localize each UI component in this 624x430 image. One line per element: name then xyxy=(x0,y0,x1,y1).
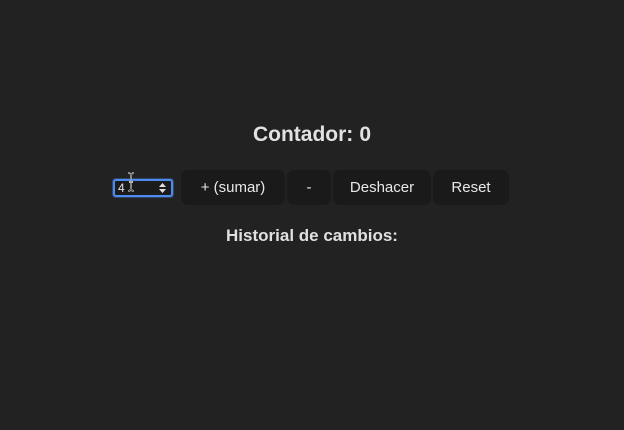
counter-value: 0 xyxy=(359,123,371,146)
step-input[interactable]: 4 xyxy=(113,171,173,197)
controls-row: 4 + (sumar) - Deshacer Reset xyxy=(113,170,509,205)
counter-label: Contador: xyxy=(252,123,354,146)
spinner-arrows-icon[interactable] xyxy=(159,182,166,193)
undo-button[interactable]: Deshacer xyxy=(333,170,431,205)
subtract-button[interactable]: - xyxy=(287,170,331,205)
add-button[interactable]: + (sumar) xyxy=(181,170,285,205)
step-input-value: 4 xyxy=(118,180,125,195)
text-cursor-icon xyxy=(127,171,135,192)
history-title: Historial de cambios: xyxy=(226,226,398,245)
reset-button[interactable]: Reset xyxy=(433,170,509,205)
counter-title: Contador: 0 xyxy=(0,122,624,148)
counter-app: Contador: 0 4 + (sumar) - Deshacer Reset … xyxy=(0,0,624,430)
